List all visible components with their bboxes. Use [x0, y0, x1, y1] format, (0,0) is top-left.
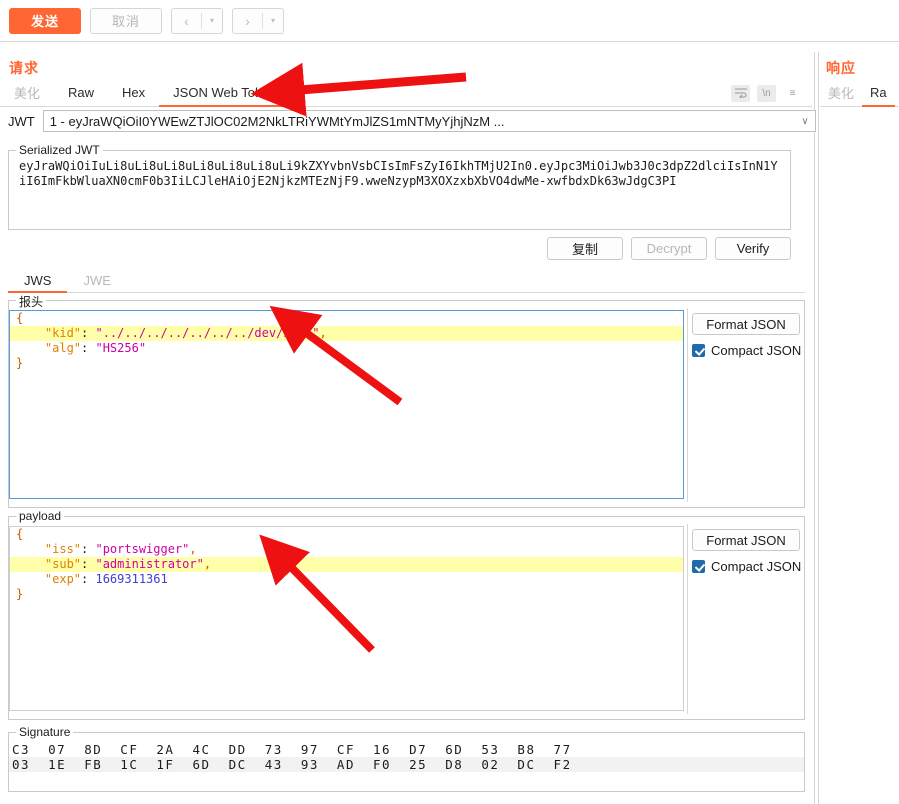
decrypt-button[interactable]: Decrypt — [631, 237, 707, 260]
payload-json-editor[interactable]: { "iss": "portswigger", "sub": "administ… — [9, 526, 684, 711]
format-json-button-payload[interactable]: Format JSON — [692, 529, 800, 551]
tab-hex[interactable]: Hex — [108, 80, 159, 107]
code-key: "sub" — [44, 557, 82, 571]
tab-jwe[interactable]: JWE — [67, 269, 126, 293]
code-value: "HS256" — [95, 341, 147, 355]
send-button[interactable]: 发送 — [9, 7, 81, 34]
payload-group-legend: payload — [16, 509, 65, 523]
serialized-jwt-legend: Serialized JWT — [16, 143, 103, 157]
jwt-selector-label: JWT — [8, 113, 35, 129]
code-line-sub: "sub": "administrator", — [10, 557, 683, 572]
code-comma: , — [189, 542, 197, 556]
menu-icon[interactable]: ≡ — [783, 85, 802, 102]
tab-raw[interactable]: Raw — [54, 80, 108, 107]
chevron-down-icon[interactable]: ▾ — [202, 16, 222, 25]
code-value: 1669311361 — [95, 572, 168, 586]
code-line-alg: "alg": "HS256" — [44, 341, 147, 355]
burp-jwt-editor-window: 发送 取消 ‹ ▾ › ▾ 请求 响应 美化 Raw Hex JSON Web … — [0, 0, 899, 804]
signature-hex-row: C3 07 8D CF 2A 4C DD 73 97 CF 16 D7 6D 5… — [12, 742, 572, 757]
response-tab-pretty[interactable]: 美化 — [820, 80, 862, 107]
chevron-down-icon: ∨ — [801, 115, 809, 127]
code-line-iss: "iss": "portswigger", — [44, 542, 197, 556]
chevron-left-icon: ‹ — [184, 12, 189, 29]
serialized-jwt-actions: 复制 Decrypt Verify — [8, 237, 791, 260]
code-token: { — [16, 311, 24, 325]
payload-inner-divider — [687, 524, 688, 714]
code-comma: , — [319, 326, 327, 340]
compact-json-checkbox-header[interactable]: Compact JSON — [692, 343, 801, 358]
chevron-down-icon[interactable]: ▾ — [263, 16, 283, 25]
cancel-button[interactable]: 取消 — [90, 7, 162, 34]
code-token: } — [16, 356, 24, 370]
signature-hex-rows[interactable]: C3 07 8D CF 2A 4C DD 73 97 CF 16 D7 6D 5… — [9, 742, 804, 772]
checkbox-icon — [692, 344, 705, 357]
code-value: "portswigger" — [95, 542, 190, 556]
serialized-jwt-text[interactable]: eyJraWQiOiIuLi8uLi8uLi8uLi8uLi8uLi8uLi9k… — [19, 159, 781, 221]
compact-json-checkbox-payload[interactable]: Compact JSON — [692, 559, 801, 574]
code-comma: , — [203, 557, 212, 571]
signature-group-legend: Signature — [16, 725, 74, 739]
code-key: "alg" — [44, 341, 82, 355]
payload-side-panel: Format JSON Compact JSON — [692, 529, 801, 574]
code-line-exp: "exp": 1669311361 — [44, 572, 168, 586]
jws-jwe-tabstrip: JWS JWE — [8, 269, 805, 293]
word-wrap-icon[interactable] — [731, 84, 750, 102]
tab-pretty[interactable]: 美化 — [0, 80, 54, 107]
jwt-selector-combobox[interactable]: 1 - eyJraWQiOiI0YWEwZTJlOC02M2NkLTRiYWMt… — [42, 110, 816, 132]
code-key: "kid" — [44, 326, 82, 340]
tab-jws[interactable]: JWS — [8, 269, 68, 293]
response-panel-title: 响应 — [826, 60, 856, 76]
response-tabstrip: 美化 Ra — [820, 80, 899, 107]
copy-button[interactable]: 复制 — [547, 237, 623, 260]
request-tool-icons: \n ≡ — [731, 80, 812, 106]
code-line: } — [10, 587, 683, 602]
code-line: { — [10, 527, 683, 542]
code-value: "administrator" — [95, 557, 204, 571]
tab-json-web-token[interactable]: JSON Web Token — [159, 80, 291, 107]
compact-json-label: Compact JSON — [711, 343, 802, 358]
signature-hex-row: 03 1E FB 1C 1F 6D DC 43 93 AD F0 25 D8 0… — [9, 757, 804, 772]
header-json-editor[interactable]: { "kid": "../../../../../../../dev/null"… — [9, 310, 684, 499]
chevron-right-icon: › — [245, 12, 250, 29]
code-key: "exp" — [44, 572, 82, 586]
verify-button[interactable]: Verify — [715, 237, 791, 260]
jwt-selector-value: 1 - eyJraWQiOiI0YWEwZTJlOC02M2NkLTRiYWMt… — [49, 113, 505, 129]
jwt-selector-row: JWT 1 - eyJraWQiOiI0YWEwZTJlOC02M2NkLTRi… — [8, 110, 816, 132]
compact-json-label: Compact JSON — [711, 559, 802, 574]
checkbox-icon — [692, 560, 705, 573]
code-token: { — [16, 527, 24, 541]
request-tabstrip: 美化 Raw Hex JSON Web Token \n ≡ — [0, 80, 812, 107]
request-panel-title: 请求 — [9, 60, 39, 76]
header-inner-divider — [687, 308, 688, 502]
format-json-button-header[interactable]: Format JSON — [692, 313, 800, 335]
panel-divider-left — [814, 52, 815, 804]
newline-chars-icon[interactable]: \n — [757, 84, 776, 102]
code-key: "iss" — [44, 542, 82, 556]
tabstrip-spacer — [290, 80, 731, 106]
next-request-button[interactable]: › ▾ — [232, 7, 284, 34]
prev-request-button[interactable]: ‹ ▾ — [171, 7, 223, 34]
serialized-jwt-group: Serialized JWT eyJraWQiOiIuLi8uLi8uLi8uL… — [8, 143, 791, 230]
code-token: } — [16, 587, 24, 601]
code-line-kid: "kid": "../../../../../../../dev/null", — [10, 326, 683, 341]
code-line: } — [10, 356, 683, 371]
panel-divider-right — [818, 52, 819, 804]
top-toolbar: 发送 取消 ‹ ▾ › ▾ — [0, 0, 899, 42]
header-group-legend: 报头 — [16, 293, 47, 310]
response-tab-raw[interactable]: Ra — [862, 80, 895, 107]
code-value: "../../../../../../../dev/null" — [95, 326, 320, 340]
header-side-panel: Format JSON Compact JSON — [692, 313, 801, 358]
code-line: { — [10, 311, 683, 326]
